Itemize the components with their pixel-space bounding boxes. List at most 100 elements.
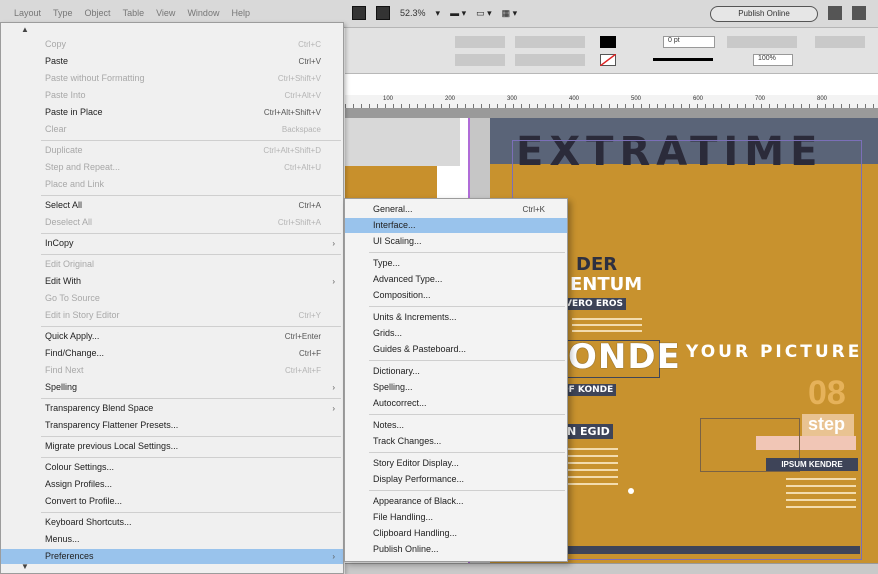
effects-controls[interactable]	[815, 36, 865, 48]
menu-item-transparency-flattener-presets[interactable]: Transparency Flattener Presets...	[1, 418, 343, 433]
submenu-item-grids[interactable]: Grids...	[345, 326, 567, 341]
menu-item-edit-in-story-editor[interactable]: Edit in Story Editor Ctrl+Y	[1, 308, 343, 323]
submenu-item-spelling[interactable]: Spelling...	[345, 380, 567, 395]
menu-item-label: Preferences	[45, 551, 94, 561]
rotate-controls[interactable]	[455, 36, 505, 48]
stroke-weight-field[interactable]: 0 pt	[663, 36, 715, 48]
submenu-item-file-handling[interactable]: File Handling...	[345, 510, 567, 525]
menu-item-edit-with[interactable]: Edit With ›	[1, 274, 343, 289]
submenu-item-appearance-of-black[interactable]: Appearance of Black...	[345, 494, 567, 509]
submenu-item-guides-pasteboard[interactable]: Guides & Pasteboard...	[345, 342, 567, 357]
cover-footer-strip	[560, 546, 860, 554]
submenu-separator	[369, 414, 565, 415]
menu-item-paste-in-place[interactable]: Paste in Place Ctrl+Alt+Shift+V	[1, 105, 343, 120]
menu-item-deselect-all[interactable]: Deselect All Ctrl+Shift+A	[1, 215, 343, 230]
opacity-field[interactable]: 100%	[753, 54, 793, 66]
scroll-up-arrow-icon[interactable]: ▲	[21, 25, 29, 34]
frame-fitting-controls[interactable]	[727, 36, 797, 48]
menu-type[interactable]: Type	[53, 8, 73, 18]
menu-item-colour-settings[interactable]: Colour Settings...	[1, 460, 343, 475]
submenu-separator	[369, 490, 565, 491]
menu-item-paste-into[interactable]: Paste Into Ctrl+Alt+V	[1, 88, 343, 103]
menu-item-label: Select All	[45, 200, 83, 210]
menu-item-label: Clear	[45, 124, 67, 134]
menu-item-go-to-source[interactable]: Go To Source	[1, 291, 343, 306]
submenu-item-interface[interactable]: Interface...	[345, 218, 567, 233]
submenu-item-general[interactable]: General... Ctrl+K	[345, 202, 567, 217]
menu-item-label: Assign Profiles...	[45, 479, 113, 489]
view-options-icon[interactable]: ▬ ▾	[450, 8, 466, 19]
submenu-item-units-increments[interactable]: Units & Increments...	[345, 310, 567, 325]
submenu-item-story-editor-display[interactable]: Story Editor Display...	[345, 456, 567, 471]
menu-item-assign-profiles[interactable]: Assign Profiles...	[1, 477, 343, 492]
menu-item-duplicate[interactable]: Duplicate Ctrl+Alt+Shift+D	[1, 143, 343, 158]
menu-item-keyboard-shortcuts[interactable]: Keyboard Shortcuts...	[1, 515, 343, 530]
menu-item-copy[interactable]: Copy Ctrl+C	[1, 37, 343, 52]
menu-item-place-and-link[interactable]: Place and Link	[1, 177, 343, 192]
menu-item-edit-original[interactable]: Edit Original	[1, 257, 343, 272]
submenu-item-publish-online[interactable]: Publish Online...	[345, 542, 567, 557]
submenu-item-clipboard-handling[interactable]: Clipboard Handling...	[345, 526, 567, 541]
menu-item-find-change[interactable]: Find/Change... Ctrl+F	[1, 346, 343, 361]
menu-item-convert-to-profile[interactable]: Convert to Profile...	[1, 494, 343, 509]
menu-layout[interactable]: Layout	[14, 8, 41, 18]
menu-help[interactable]: Help	[231, 8, 250, 18]
submenu-item-notes[interactable]: Notes...	[345, 418, 567, 433]
submenu-item-display-performance[interactable]: Display Performance...	[345, 472, 567, 487]
menu-item-paste[interactable]: Paste Ctrl+V	[1, 54, 343, 69]
menu-item-label: Go To Source	[45, 293, 100, 303]
menu-item-transparency-blend-space[interactable]: Transparency Blend Space ›	[1, 401, 343, 416]
menu-window[interactable]: Window	[187, 8, 219, 18]
stock-icon[interactable]	[376, 6, 390, 20]
submenu-item-dictionary[interactable]: Dictionary...	[345, 364, 567, 379]
menu-table[interactable]: Table	[123, 8, 145, 18]
zoom-dropdown-icon[interactable]: ▾	[436, 8, 441, 19]
transform-controls[interactable]	[515, 54, 585, 66]
cover-body-text	[786, 478, 856, 513]
menu-object[interactable]: Object	[85, 8, 111, 18]
screen-mode-icon[interactable]: ▭ ▾	[476, 8, 492, 19]
page-background	[345, 118, 460, 166]
menu-item-select-all[interactable]: Select All Ctrl+A	[1, 198, 343, 213]
arrange-documents-icon[interactable]: ▦ ▾	[502, 8, 518, 19]
scroll-down-arrow-icon[interactable]: ▼	[21, 562, 29, 571]
workspace-icon[interactable]	[828, 6, 842, 20]
publish-online-button[interactable]: Publish Online	[710, 6, 818, 22]
zoom-level[interactable]: 52.3%	[400, 8, 426, 18]
menu-item-step-and-repeat[interactable]: Step and Repeat... Ctrl+Alt+U	[1, 160, 343, 175]
bridge-icon[interactable]	[352, 6, 366, 20]
ruler-label: 600	[693, 96, 704, 102]
horizontal-ruler[interactable]: 100 200 300 400 500 600 700 800	[345, 95, 878, 109]
submenu-item-advanced-type[interactable]: Advanced Type...	[345, 272, 567, 287]
submenu-item-label: Composition...	[373, 290, 431, 300]
menu-item-clear[interactable]: Clear Backspace	[1, 122, 343, 137]
menu-item-shortcut: Ctrl+F	[299, 349, 321, 358]
submenu-item-type[interactable]: Type...	[345, 256, 567, 271]
menu-item-quick-apply[interactable]: Quick Apply... Ctrl+Enter	[1, 329, 343, 344]
menu-item-label: InCopy	[45, 238, 74, 248]
fill-swatch[interactable]	[600, 36, 616, 48]
submenu-item-ui-scaling[interactable]: UI Scaling...	[345, 234, 567, 249]
menu-item-label: Transparency Flattener Presets...	[45, 420, 179, 430]
stroke-type-selector[interactable]	[653, 58, 713, 61]
shear-controls[interactable]	[455, 54, 505, 66]
submenu-item-label: Publish Online...	[373, 544, 439, 554]
submenu-item-autocorrect[interactable]: Autocorrect...	[345, 396, 567, 411]
menu-item-spelling[interactable]: Spelling ›	[1, 380, 343, 395]
menu-item-preferences[interactable]: Preferences ›	[1, 549, 343, 564]
submenu-item-composition[interactable]: Composition...	[345, 288, 567, 303]
submenu-item-track-changes[interactable]: Track Changes...	[345, 434, 567, 449]
search-icon[interactable]	[852, 6, 866, 20]
menu-view[interactable]: View	[156, 8, 175, 18]
align-controls[interactable]	[515, 36, 585, 48]
menu-item-find-next[interactable]: Find Next Ctrl+Alt+F	[1, 363, 343, 378]
menu-item-label: Paste without Formatting	[45, 73, 145, 83]
submenu-item-label: Display Performance...	[373, 474, 465, 484]
ruler-label: 500	[631, 96, 642, 102]
menu-item-paste-without-formatting[interactable]: Paste without Formatting Ctrl+Shift+V	[1, 71, 343, 86]
menu-item-incopy[interactable]: InCopy ›	[1, 236, 343, 251]
cover-headline-onde: ONDE	[568, 337, 681, 377]
submenu-separator	[369, 360, 565, 361]
menu-item-migrate-local-settings[interactable]: Migrate previous Local Settings...	[1, 439, 343, 454]
menu-item-menus[interactable]: Menus...	[1, 532, 343, 547]
